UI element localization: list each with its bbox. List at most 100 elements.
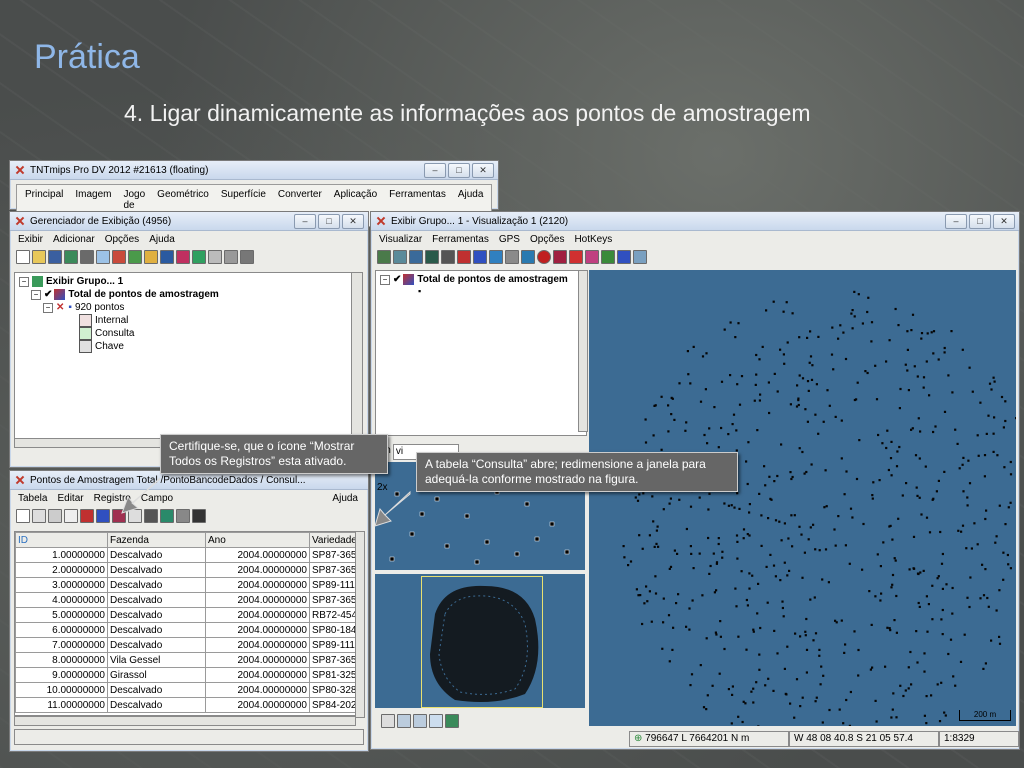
tree-layer[interactable]: − ✔ Total de pontos de amostragem	[19, 288, 355, 301]
close-button[interactable]: ✕	[472, 162, 494, 178]
visible-check-icon[interactable]: ✔	[393, 274, 401, 285]
cell-id[interactable]: 5.00000000	[15, 607, 108, 623]
open-icon[interactable]	[32, 250, 46, 264]
zoom-in-icon[interactable]	[397, 714, 411, 728]
table-row[interactable]: 11.00000000 Descalvado 2004.00000000 SP84-2…	[15, 697, 355, 713]
table-row[interactable]: 3.00000000 Descalvado 2004.00000000 SP89-11…	[15, 577, 355, 593]
highlight-icon[interactable]	[96, 509, 110, 523]
sketch-icon[interactable]	[489, 250, 503, 264]
cell-fazenda[interactable]: Descalvado	[107, 637, 206, 653]
sort-icon[interactable]	[16, 509, 30, 523]
cell-fazenda[interactable]: Descalvado	[107, 577, 206, 593]
cell-id[interactable]: 10.00000000	[15, 682, 108, 698]
cell-id[interactable]: 9.00000000	[15, 667, 108, 683]
zoom-fit-icon[interactable]	[393, 250, 407, 264]
pan-icon[interactable]	[425, 250, 439, 264]
table-row[interactable]: 6.00000000 Descalvado 2004.00000000 SP80-18…	[15, 622, 355, 638]
collapse-icon[interactable]: −	[19, 276, 29, 287]
collapse-icon[interactable]: −	[380, 274, 390, 285]
cell-variedade[interactable]: RB72-454	[309, 607, 355, 623]
menu-visualizar[interactable]: Visualizar	[379, 234, 422, 245]
main-window-titlebar[interactable]: TNTmips Pro DV 2012 #21613 (floating) – …	[10, 161, 498, 180]
close-button[interactable]: ✕	[993, 213, 1015, 229]
maximize-button[interactable]: □	[318, 213, 340, 229]
tree-group[interactable]: − Exibir Grupo... 1	[19, 275, 355, 288]
edit-icon[interactable]	[64, 509, 78, 523]
menu-tabela[interactable]: Tabela	[18, 493, 47, 504]
menu-adicionar[interactable]: Adicionar	[53, 234, 95, 245]
cell-ano[interactable]: 2004.00000000	[205, 622, 310, 638]
find-icon[interactable]	[553, 250, 567, 264]
cell-variedade[interactable]: SP89-111	[309, 637, 355, 653]
tree-table-internal[interactable]: Internal	[19, 314, 355, 327]
cell-ano[interactable]: 2004.00000000	[205, 547, 310, 563]
table-row[interactable]: 8.00000000 Vila Gessel 2004.00000000 SP87-3…	[15, 652, 355, 668]
table-row[interactable]: 2.00000000 Descalvado 2004.00000000 SP87-36…	[15, 562, 355, 578]
cell-ano[interactable]: 2004.00000000	[205, 652, 310, 668]
cell-variedade[interactable]: SP87-365	[309, 652, 355, 668]
query-icon[interactable]	[48, 509, 62, 523]
add-layer-icon[interactable]	[96, 250, 110, 264]
refresh-icon[interactable]	[160, 509, 174, 523]
cell-ano[interactable]: 2004.00000000	[205, 592, 310, 608]
cell-variedade[interactable]: SP80-184	[309, 622, 355, 638]
measure-icon[interactable]	[473, 250, 487, 264]
table-row[interactable]: 10.00000000 Descalvado 2004.00000000 SP80-3…	[15, 682, 355, 698]
menu-editar[interactable]: Editar	[57, 493, 83, 504]
database-icon[interactable]	[208, 250, 222, 264]
list-icon[interactable]	[240, 250, 254, 264]
cad-icon[interactable]	[144, 250, 158, 264]
column-header[interactable]: Fazenda	[107, 532, 206, 548]
column-header[interactable]: Variedade	[309, 532, 355, 548]
zoom-out-icon[interactable]	[413, 714, 427, 728]
cell-id[interactable]: 7.00000000	[15, 637, 108, 653]
blank-icon[interactable]	[128, 509, 142, 523]
list-icon[interactable]	[381, 714, 395, 728]
map-icon[interactable]	[445, 714, 459, 728]
find-icon[interactable]	[80, 509, 94, 523]
cell-fazenda[interactable]: Descalvado	[107, 622, 206, 638]
table-horizontal-scrollbar[interactable]	[14, 716, 356, 726]
select-icon[interactable]	[32, 509, 46, 523]
save-icon[interactable]	[48, 250, 62, 264]
cell-fazenda[interactable]: Descalvado	[107, 547, 206, 563]
minimize-button[interactable]: –	[294, 213, 316, 229]
overview-locator[interactable]	[375, 574, 585, 708]
cell-id[interactable]: 3.00000000	[15, 577, 108, 593]
legend-icon[interactable]	[601, 250, 615, 264]
maximize-button[interactable]: □	[969, 213, 991, 229]
view-window-titlebar[interactable]: Exibir Grupo... 1 - Visualização 1 (2120…	[371, 212, 1019, 231]
region-icon[interactable]	[176, 250, 190, 264]
cell-id[interactable]: 4.00000000	[15, 592, 108, 608]
cell-ano[interactable]: 2004.00000000	[205, 577, 310, 593]
table-row[interactable]: 9.00000000 Girassol 2004.00000000 SP81-325	[15, 667, 355, 683]
gps-icon[interactable]	[505, 250, 519, 264]
cell-variedade[interactable]: SP87-365	[309, 547, 355, 563]
table-row[interactable]: 1.00000000 Descalvado 2004.00000000 SP87-36…	[15, 547, 355, 563]
cell-variedade[interactable]: SP80-328	[309, 682, 355, 698]
show-all-records-icon[interactable]	[112, 509, 126, 523]
raster-icon[interactable]	[112, 250, 126, 264]
stop-icon[interactable]	[537, 250, 551, 264]
settings-icon[interactable]	[633, 250, 647, 264]
tree-vertical-scrollbar[interactable]	[351, 272, 363, 440]
layer-controls-icon[interactable]	[585, 250, 599, 264]
menu-exibir[interactable]: Exibir	[18, 234, 43, 245]
cell-variedade[interactable]: SP87-365	[309, 592, 355, 608]
print-icon[interactable]	[64, 250, 78, 264]
cell-variedade[interactable]: SP84-202	[309, 697, 355, 713]
maximize-button[interactable]: □	[448, 162, 470, 178]
zoom-in-icon[interactable]	[409, 250, 423, 264]
vector-icon[interactable]	[128, 250, 142, 264]
table-icon[interactable]	[224, 250, 238, 264]
select-tool-icon[interactable]	[457, 250, 471, 264]
table-vertical-scrollbar[interactable]	[355, 531, 365, 718]
menu-opcoes[interactable]: Opções	[105, 234, 139, 245]
cell-variedade[interactable]: SP87-365	[309, 562, 355, 578]
legend-layer[interactable]: − ✔ Total de pontos de amostragem	[380, 273, 582, 286]
menu-ajuda[interactable]: Ajuda	[149, 234, 175, 245]
tree-points[interactable]: − ✕ ▪ 920 pontos	[19, 301, 355, 314]
menu-hotkeys[interactable]: HotKeys	[574, 234, 612, 245]
cell-fazenda[interactable]: Descalvado	[107, 562, 206, 578]
menu-ferramentas[interactable]: Ferramentas	[432, 234, 489, 245]
